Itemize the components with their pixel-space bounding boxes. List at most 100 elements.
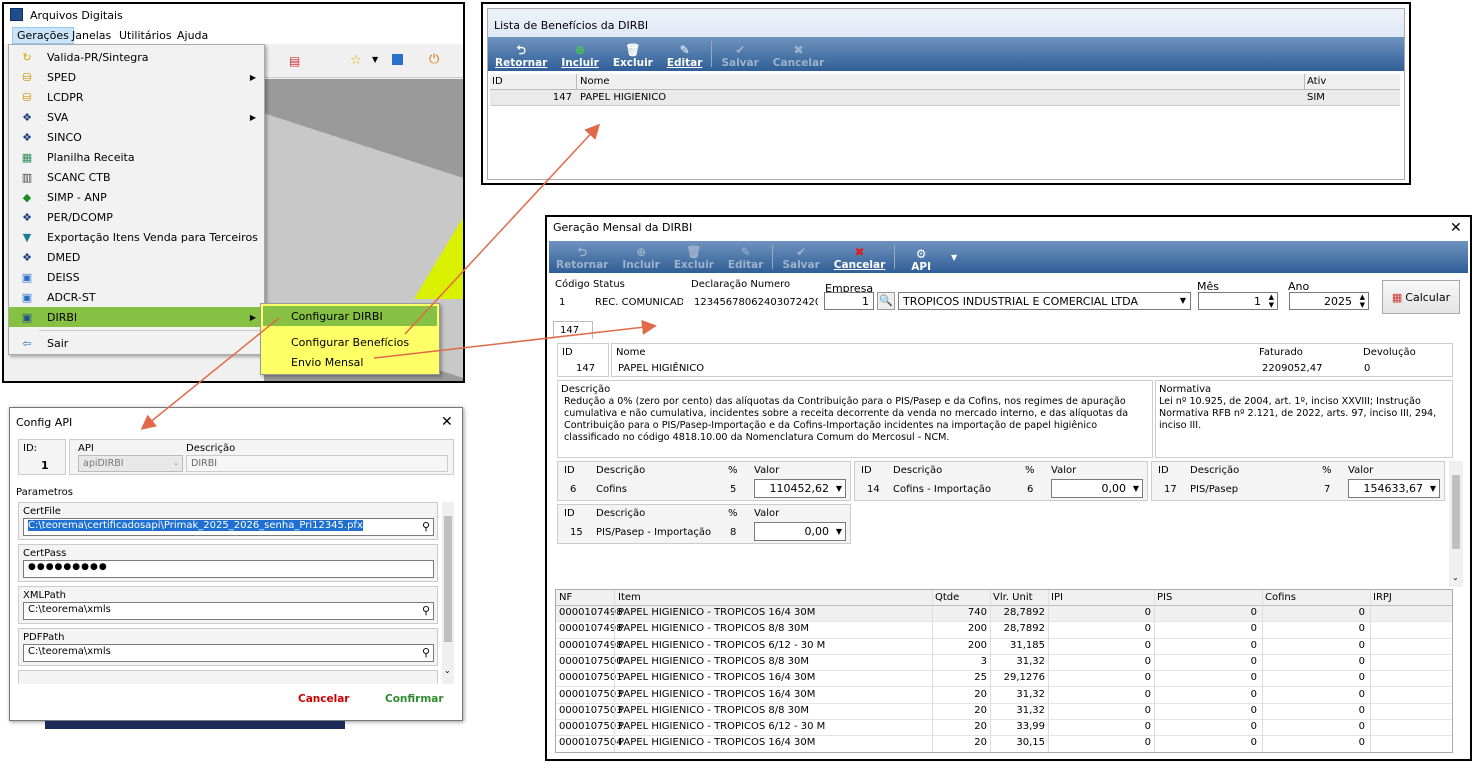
salvar-button[interactable]: ✔ Salvar [714, 37, 765, 71]
ano-value: 2025 [1324, 295, 1352, 308]
salvar-button[interactable]: ✔ Salvar [775, 241, 826, 273]
submenu-item-envio-mensal[interactable]: Envio Mensal [263, 352, 437, 372]
retornar-button[interactable]: ⮌ Retornar [549, 241, 615, 273]
table-row[interactable]: 147 PAPEL HIGIÊNICO SIM [490, 90, 1400, 106]
excluir-button[interactable]: 🗑 Excluir [606, 37, 660, 71]
power-icon[interactable]: ⏻ [429, 52, 439, 67]
col-nome[interactable]: Nome [580, 76, 610, 87]
menu-item-dmed[interactable]: ❖ DMED [9, 247, 264, 267]
col-cofins[interactable]: Cofins [1265, 592, 1296, 603]
menu-item-adcr[interactable]: ▣ ADCR-ST [9, 287, 264, 307]
menu-item-dirbi[interactable]: ▣ DIRBI ▶ [9, 307, 264, 327]
scrollbar-thumb[interactable] [444, 516, 452, 642]
search-icon[interactable]: 🔍 [877, 292, 895, 310]
tab-147[interactable]: 147 [553, 321, 593, 339]
menu-item-scanc[interactable]: ▥ SCANC CTB [9, 167, 264, 187]
star-icon[interactable]: ☆ [350, 53, 362, 68]
xmlpath-input[interactable]: C:\teorema\xmls ⚲ [23, 602, 434, 620]
col-ativ[interactable]: Ativ [1307, 76, 1326, 87]
col-ipi[interactable]: IPI [1051, 592, 1063, 603]
beneficios-toolbar: ⮌ Retornar ⊕ Incluir 🗑 Excluir ✎ Editar ✔ Sal… [488, 37, 1404, 71]
toolbar-icon-b[interactable] [392, 54, 403, 65]
submenu-item-configurar-beneficios[interactable]: Configurar Benefícios [263, 332, 437, 352]
empresa-select[interactable]: TROPICOS INDUSTRIAL E COMERCIAL LTDA ▼ [898, 292, 1191, 310]
params-scrollbar[interactable]: ⌄ [442, 502, 454, 684]
dropdown-arrow-icon[interactable]: ▼ [372, 55, 378, 64]
menu-item-deiss[interactable]: ▣ DEISS [9, 267, 264, 287]
close-icon[interactable]: ✕ [1450, 220, 1462, 236]
table-row[interactable]: 0000107498 PAPEL HIGIENICO - TROPICOS 6/1… [556, 639, 1452, 655]
spinner-icon[interactable]: ▲ ▼ [1269, 293, 1274, 309]
menu-item-label: DMED [47, 250, 81, 264]
incluir-button[interactable]: ⊕ Incluir [615, 241, 666, 273]
editar-button[interactable]: ✎ Editar [660, 37, 710, 71]
cell-pis: 0 [1250, 607, 1257, 618]
api-select[interactable]: apiDIRBI ⌄ [78, 455, 183, 472]
menu-item-perdcomp[interactable]: ❖ PER/DCOMP [9, 207, 264, 227]
menu-item-sair[interactable]: ⇦ Sair [9, 333, 264, 353]
col-id[interactable]: ID [492, 76, 503, 87]
tax-valor-input[interactable]: 0,00 ▼ [1051, 479, 1143, 498]
menu-utilitarios[interactable]: Utilitários [119, 29, 172, 42]
chevron-down-icon[interactable]: ⌄ [1452, 573, 1459, 582]
menu-item-lcdpr[interactable]: ⛁ LCDPR [9, 87, 264, 107]
spinner-icon[interactable]: ▲ ▼ [1360, 293, 1365, 309]
cell-qtde: 20 [974, 704, 987, 716]
table-row[interactable]: 0000107503 PAPEL HIGIENICO - TROPICOS 8/8… [556, 704, 1452, 721]
col-irpj[interactable]: IRPJ [1373, 592, 1392, 603]
descricao-field[interactable]: DIRBI [186, 455, 448, 472]
cell-nf: 0000107498 [559, 639, 623, 651]
col-pis[interactable]: PIS [1157, 592, 1172, 603]
table-row[interactable]: 0000107503 PAPEL HIGIENICO - TROPICOS 6/1… [556, 720, 1452, 737]
search-icon[interactable]: ⚲ [422, 604, 430, 617]
toolbar-icon-a[interactable]: ▤ [289, 54, 300, 68]
menu-item-valida[interactable]: ↻ Valida-PR/Sintegra [9, 47, 264, 67]
cancelar-button[interactable]: ✖ Cancelar [827, 241, 892, 273]
api-dropdown-icon[interactable]: ▼ [945, 241, 963, 273]
tax-valor-input[interactable]: 110452,62 ▼ [754, 479, 846, 498]
menu-item-sva[interactable]: ❖ SVA ▶ [9, 107, 264, 127]
menu-ajuda[interactable]: Ajuda [177, 29, 208, 42]
taxes-scrollbar[interactable]: ⌄ [1449, 461, 1463, 587]
col-nf[interactable]: NF [559, 592, 572, 603]
table-row[interactable]: 0000107501 PAPEL HIGIENICO - TROPICOS 16/… [556, 671, 1452, 688]
scrollbar-thumb[interactable] [1452, 475, 1460, 549]
cancelar-button[interactable]: ✖ Cancelar [766, 37, 831, 71]
cancelar-button[interactable]: Cancelar [298, 693, 349, 705]
submenu-item-configurar-dirbi[interactable]: Configurar DIRBI [263, 306, 437, 326]
excluir-button[interactable]: 🗑 Excluir [667, 241, 721, 273]
ano-spinner[interactable]: 2025 ▲ ▼ [1289, 292, 1369, 310]
table-row[interactable]: 0000107498 PAPEL HIGIENICO - TROPICOS 8/8… [556, 622, 1452, 639]
confirmar-button[interactable]: Confirmar [385, 693, 444, 705]
table-row[interactable]: 0000107500 PAPEL HIGIENICO - TROPICOS 8/8… [556, 655, 1452, 672]
empresa-id-input[interactable]: 1 [824, 292, 874, 310]
table-row[interactable]: 0000107503 PAPEL HIGIENICO - TROPICOS 16/… [556, 688, 1452, 704]
api-button[interactable]: ⚙ API [897, 241, 945, 273]
menu-item-simp[interactable]: ◆ SIMP - ANP [9, 187, 264, 207]
close-icon[interactable]: ✕ [441, 414, 453, 430]
col-vlr[interactable]: Vlr. Unit [993, 592, 1033, 603]
pdfpath-input[interactable]: C:\teorema\xmls ⚲ [23, 644, 434, 662]
menu-item-exportacao[interactable]: ▼ Exportação Itens Venda para Terceiros [9, 227, 264, 247]
tax-valor-input[interactable]: 0,00 ▼ [754, 522, 846, 541]
certpass-input[interactable]: ●●●●●●●●● [23, 560, 434, 578]
incluir-button[interactable]: ⊕ Incluir [554, 37, 605, 71]
retornar-button[interactable]: ⮌ Retornar [488, 37, 554, 71]
mes-spinner[interactable]: 1 ▲ ▼ [1198, 292, 1278, 310]
menu-janelas[interactable]: Janelas [72, 29, 111, 42]
table-row[interactable]: 0000107498 PAPEL HIGIENICO - TROPICOS 16/… [556, 606, 1452, 623]
calcular-button[interactable]: ▦ Calcular [1382, 280, 1460, 314]
search-icon[interactable]: ⚲ [422, 646, 430, 659]
search-icon[interactable]: ⚲ [422, 520, 430, 533]
menu-item-sped[interactable]: ⛁ SPED ▶ [9, 67, 264, 87]
table-row[interactable]: 0000107504 PAPEL HIGIENICO - TROPICOS 16/… [556, 736, 1452, 752]
col-item[interactable]: Item [618, 592, 641, 603]
menu-item-planilha[interactable]: ▦ Planilha Receita [9, 147, 264, 167]
menu-geracoes[interactable]: Gerações [12, 27, 74, 44]
col-qtde[interactable]: Qtde [935, 592, 959, 603]
chevron-down-icon[interactable]: ⌄ [444, 666, 451, 675]
certfile-input[interactable]: C:\teorema\certificadosapi\Primak_2025_2… [23, 518, 434, 536]
editar-button[interactable]: ✎ Editar [721, 241, 771, 273]
tax-valor-input[interactable]: 154633,67 ▼ [1348, 479, 1440, 498]
menu-item-sinco[interactable]: ❖ SINCO [9, 127, 264, 147]
